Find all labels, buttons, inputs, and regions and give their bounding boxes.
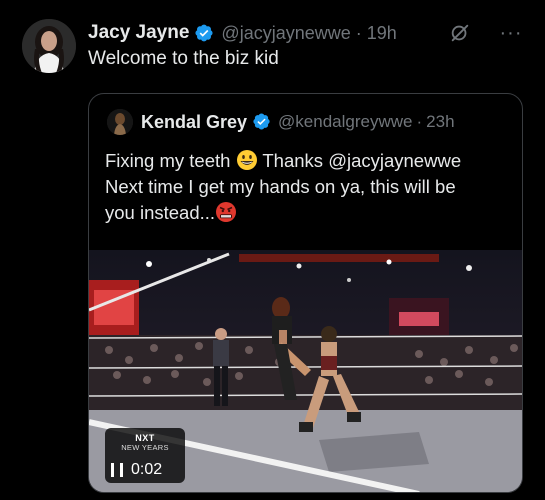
tweet-timestamp[interactable]: 19h xyxy=(367,23,397,44)
verified-badge-icon xyxy=(252,112,272,132)
tweet-header: Jacy Jayne @jacyjaynewwe · 19h ··· xyxy=(88,20,525,46)
grinning-emoji-icon xyxy=(236,149,258,171)
author-name[interactable]: Jacy Jayne xyxy=(88,22,189,44)
quoted-text-line-3: you instead... xyxy=(105,200,506,226)
video-duration: 0:02 xyxy=(131,461,163,478)
angry-emoji-icon xyxy=(215,201,237,223)
video-player[interactable]: NXT NEW YEARS 0:02 xyxy=(89,250,522,492)
more-icon[interactable]: ··· xyxy=(497,20,525,46)
quoted-avatar xyxy=(107,109,133,135)
separator-dot: · xyxy=(416,112,423,131)
quoted-author-handle: @kendalgreywwe xyxy=(278,112,413,131)
quoted-tweet-card[interactable]: Kendal Grey @kendalgreywwe · 23h Fixing … xyxy=(88,93,523,493)
separator-dot: · xyxy=(355,22,362,43)
avatar[interactable] xyxy=(22,19,76,73)
video-badge: NXT NEW YEARS 0:02 xyxy=(105,428,185,483)
pause-icon[interactable] xyxy=(111,463,123,477)
quoted-text-line-2: Next time I get my hands on ya, this wil… xyxy=(105,176,456,197)
verified-badge-icon xyxy=(194,23,214,43)
quoted-text-line-1: Fixing my teeth Thanks @jacyjaynewwe xyxy=(105,148,506,174)
grok-icon[interactable] xyxy=(447,20,473,46)
quoted-author-name: Kendal Grey xyxy=(141,111,248,132)
author-handle[interactable]: @jacyjaynewwe xyxy=(221,23,350,44)
quoted-text-segment: Thanks @jacyjaynewwe xyxy=(257,150,462,171)
quoted-text-segment: Fixing my teeth xyxy=(105,150,236,171)
video-controls: 0:02 xyxy=(111,461,162,479)
quoted-tweet-text: Fixing my teeth Thanks @jacyjaynewwe Nex… xyxy=(105,148,506,226)
quoted-timestamp: 23h xyxy=(426,112,455,131)
quoted-text-segment: you instead... xyxy=(105,202,216,223)
event-name: NEW YEARS xyxy=(121,443,169,452)
quoted-tweet-header: Kendal Grey @kendalgreywwe · 23h xyxy=(107,108,512,136)
nxt-logo: NXT xyxy=(135,433,155,443)
tweet-text: Welcome to the biz kid xyxy=(88,48,279,69)
